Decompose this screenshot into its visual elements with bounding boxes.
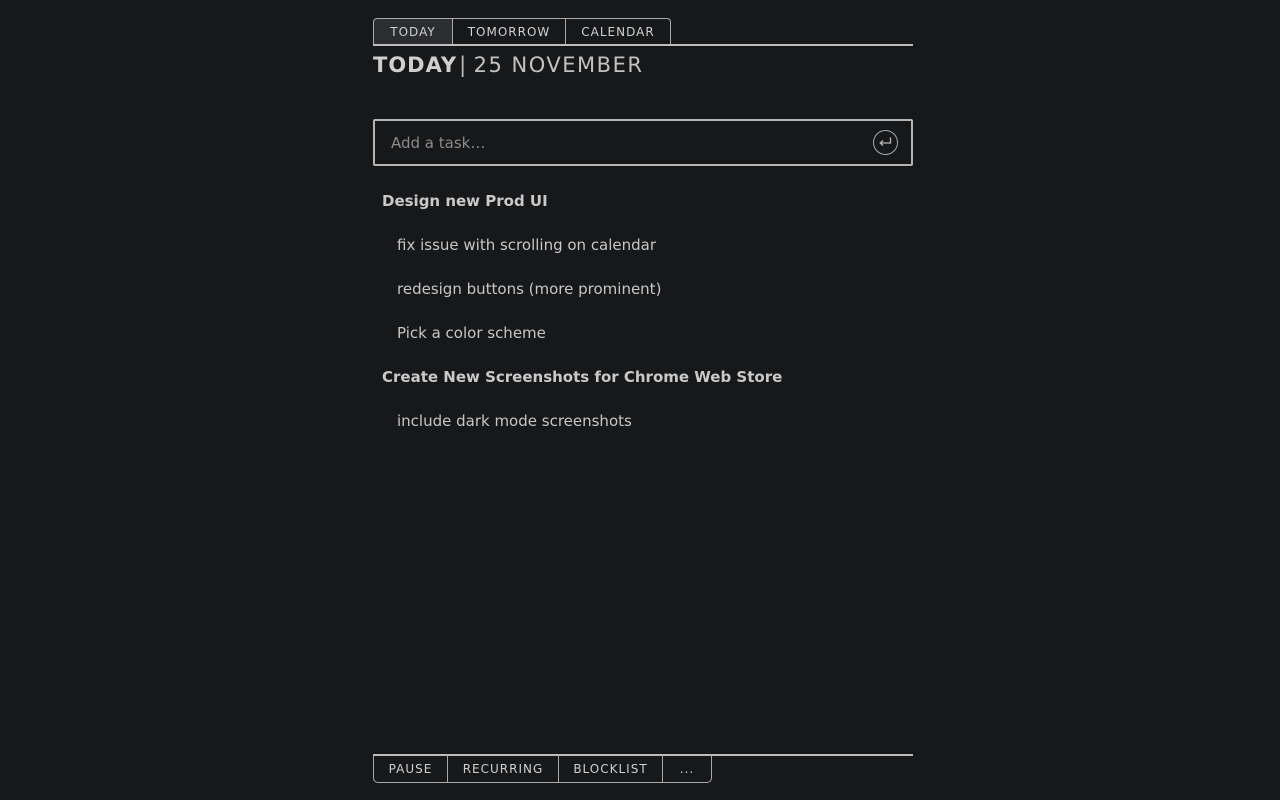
page-title: TODAY| 25 NOVEMBER xyxy=(373,53,643,77)
task-item[interactable]: Create New Screenshots for Chrome Web St… xyxy=(382,364,902,408)
footer-tabs: PAUSE RECURRING BLOCKLIST ... xyxy=(373,755,712,783)
task-item[interactable]: Design new Prod UI xyxy=(382,188,902,232)
subtask-item[interactable]: include dark mode screenshots xyxy=(382,408,902,452)
subtask-item[interactable]: Pick a color scheme xyxy=(382,320,902,364)
recurring-button[interactable]: RECURRING xyxy=(448,755,559,783)
view-tabs: TODAY TOMORROW CALENDAR xyxy=(373,18,671,45)
page-title-separator: | xyxy=(459,53,468,77)
app-container: TODAY TOMORROW CALENDAR TODAY| 25 NOVEMBE… xyxy=(373,0,913,800)
blocklist-button[interactable]: BLOCKLIST xyxy=(559,755,663,783)
add-task-input[interactable] xyxy=(375,120,873,165)
more-button[interactable]: ... xyxy=(663,755,712,783)
tab-calendar[interactable]: CALENDAR xyxy=(566,18,671,45)
task-input-box xyxy=(373,119,913,166)
tab-today[interactable]: TODAY xyxy=(373,18,453,45)
page-title-date: 25 NOVEMBER xyxy=(473,53,644,77)
enter-return-icon xyxy=(879,137,892,146)
task-list: Design new Prod UI fix issue with scroll… xyxy=(382,188,902,452)
tab-tomorrow[interactable]: TOMORROW xyxy=(453,18,566,45)
subtask-item[interactable]: fix issue with scrolling on calendar xyxy=(382,232,902,276)
page-title-day: TODAY xyxy=(373,53,458,77)
top-divider xyxy=(373,44,913,46)
subtask-item[interactable]: redesign buttons (more prominent) xyxy=(382,276,902,320)
pause-button[interactable]: PAUSE xyxy=(373,755,448,783)
submit-task-button[interactable] xyxy=(873,130,898,155)
